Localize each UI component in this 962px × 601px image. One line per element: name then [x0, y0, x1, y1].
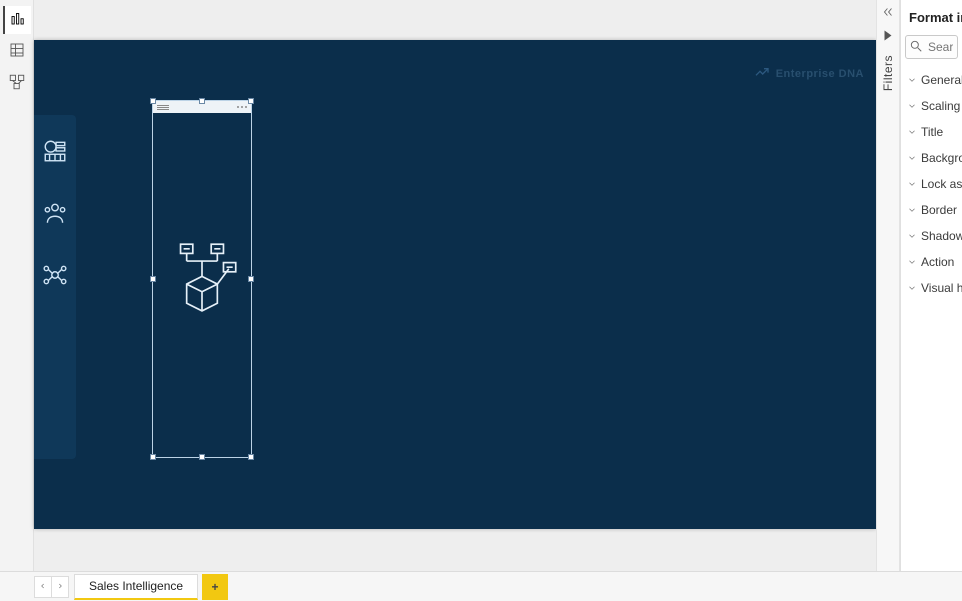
sales-summary-icon [42, 138, 68, 169]
section-label: Border [921, 203, 957, 217]
canvas-area: Enterprise DNA [34, 0, 876, 571]
side-rail: Filters [876, 0, 900, 571]
chevron-down-icon [907, 204, 917, 218]
nav-product-button[interactable] [41, 263, 69, 291]
page-prev-button[interactable] [34, 576, 52, 598]
section-label: Title [921, 125, 943, 139]
data-view-icon [8, 41, 26, 64]
format-section-visual-header[interactable]: Visual he... [901, 275, 962, 301]
section-label: Action [921, 255, 954, 269]
chevron-down-icon [907, 256, 917, 270]
format-section-scaling[interactable]: Scaling [901, 93, 962, 119]
model-view-button[interactable] [3, 70, 31, 98]
collapse-panes-button[interactable] [880, 6, 896, 22]
format-section-lock-aspect[interactable]: Lock asp... [901, 171, 962, 197]
format-section-title[interactable]: Title [901, 119, 962, 145]
format-section-shadow[interactable]: Shadow [901, 223, 962, 249]
chevron-down-icon [907, 282, 917, 296]
chevron-down-icon [907, 126, 917, 140]
selected-image-visual[interactable] [152, 100, 252, 458]
nav-sales-summary-button[interactable] [41, 139, 69, 167]
section-label: Visual he... [921, 281, 962, 295]
resize-handle-ne[interactable] [248, 98, 254, 104]
page-next-button[interactable] [51, 576, 69, 598]
report-view-icon [9, 9, 27, 32]
section-label: Shadow [921, 229, 962, 243]
format-section-border[interactable]: Border [901, 197, 962, 223]
brand-watermark: Enterprise DNA [754, 64, 864, 83]
resize-handle-w[interactable] [150, 276, 156, 282]
chevron-left-icon [39, 580, 47, 594]
chevron-down-icon [907, 152, 917, 166]
customer-icon [42, 200, 68, 231]
chevron-down-icon [907, 100, 917, 114]
filters-pane-label: Filters [881, 55, 895, 91]
format-search [905, 35, 958, 59]
resize-handle-s[interactable] [199, 454, 205, 460]
format-section-action[interactable]: Action [901, 249, 962, 275]
resize-handle-sw[interactable] [150, 454, 156, 460]
format-pane: Format image General Scaling Title Backg… [900, 0, 962, 571]
report-side-nav [34, 115, 76, 459]
resize-handle-e[interactable] [248, 276, 254, 282]
section-label: General [921, 73, 962, 87]
model-view-icon [8, 73, 26, 96]
page-tabs-bar: Sales Intelligence + [0, 571, 962, 601]
format-section-general[interactable]: General [901, 67, 962, 93]
section-label: Backgro... [921, 151, 962, 165]
page-tab-sales-intelligence[interactable]: Sales Intelligence [74, 574, 198, 600]
brand-text: Enterprise DNA [776, 68, 864, 80]
data-view-button[interactable] [3, 38, 31, 66]
resize-handle-nw[interactable] [150, 98, 156, 104]
format-sections: General Scaling Title Backgro... Lock as… [901, 67, 962, 301]
page-tab-label: Sales Intelligence [89, 579, 183, 593]
format-pane-title: Format image [901, 0, 962, 31]
expand-filters-button[interactable] [885, 31, 892, 41]
visual-more-icon [237, 106, 247, 108]
section-label: Lock asp... [921, 177, 962, 191]
resize-handle-se[interactable] [248, 454, 254, 460]
format-section-background[interactable]: Backgro... [901, 145, 962, 171]
report-canvas[interactable]: Enterprise DNA [34, 40, 876, 529]
nav-customer-button[interactable] [41, 201, 69, 229]
search-icon [909, 39, 923, 53]
add-page-button[interactable]: + [202, 574, 228, 600]
section-label: Scaling [921, 99, 960, 113]
chevron-right-icon [56, 580, 64, 594]
chevron-down-icon [907, 74, 917, 88]
brand-logo-icon [754, 64, 770, 83]
chevron-double-left-icon [881, 5, 895, 24]
resize-handle-n[interactable] [199, 98, 205, 104]
product-box-icon [162, 223, 242, 320]
visual-drag-icon [157, 105, 169, 110]
view-switcher [0, 0, 34, 571]
chevron-down-icon [907, 230, 917, 244]
report-view-button[interactable] [3, 6, 31, 34]
plus-icon: + [212, 580, 219, 594]
product-network-icon [42, 262, 68, 293]
chevron-down-icon [907, 178, 917, 192]
